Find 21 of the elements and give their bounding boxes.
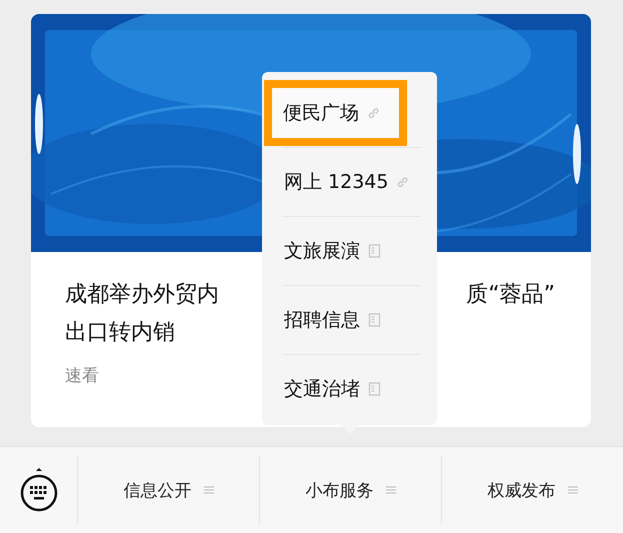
article-title: 成都举办外贸内 xyxy=(65,281,219,309)
link-icon xyxy=(396,175,410,189)
document-icon xyxy=(368,313,381,327)
menu-item[interactable]: 网上 12345 xyxy=(264,149,437,215)
menu-tab[interactable]: 小布服务 xyxy=(300,474,402,506)
article-tag: 速看 xyxy=(65,364,99,387)
menu-item[interactable]: 交通治堵 xyxy=(264,356,437,422)
article-title: 质“蓉品” xyxy=(466,281,555,309)
keyboard-icon[interactable] xyxy=(18,467,58,513)
menu-tab[interactable]: 信息公开 xyxy=(118,474,220,506)
document-icon xyxy=(368,382,381,396)
menu-item[interactable]: 便民广场 xyxy=(264,80,407,146)
menu-lines-icon xyxy=(204,485,214,495)
menu-lines-icon xyxy=(568,485,578,495)
link-icon xyxy=(367,106,380,120)
menu-tab[interactable]: 权威发布 xyxy=(482,474,584,506)
document-icon xyxy=(368,244,381,258)
article-title: 出口转内销 xyxy=(65,319,175,347)
menu-item[interactable]: 招聘信息 xyxy=(264,287,437,353)
menu-lines-icon xyxy=(386,485,396,495)
menu-item[interactable]: 文旅展演 xyxy=(264,218,437,284)
